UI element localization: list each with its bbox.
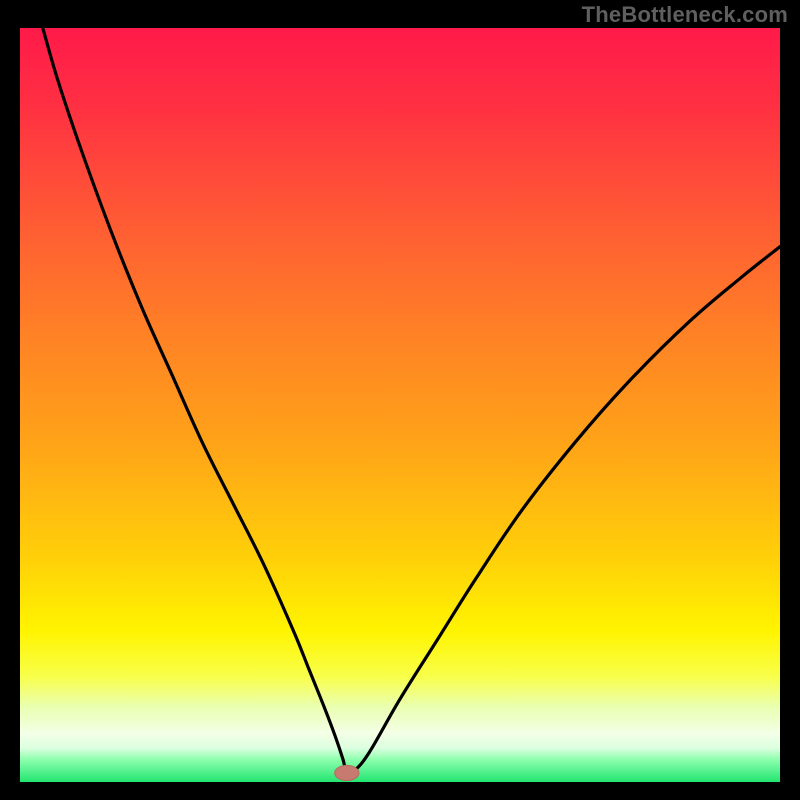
chart-svg xyxy=(20,28,780,782)
watermark-text: TheBottleneck.com xyxy=(582,2,788,28)
gradient-background xyxy=(20,28,780,782)
chart-frame: TheBottleneck.com xyxy=(0,0,800,800)
optimum-marker xyxy=(335,765,359,780)
plot-area xyxy=(20,28,780,782)
